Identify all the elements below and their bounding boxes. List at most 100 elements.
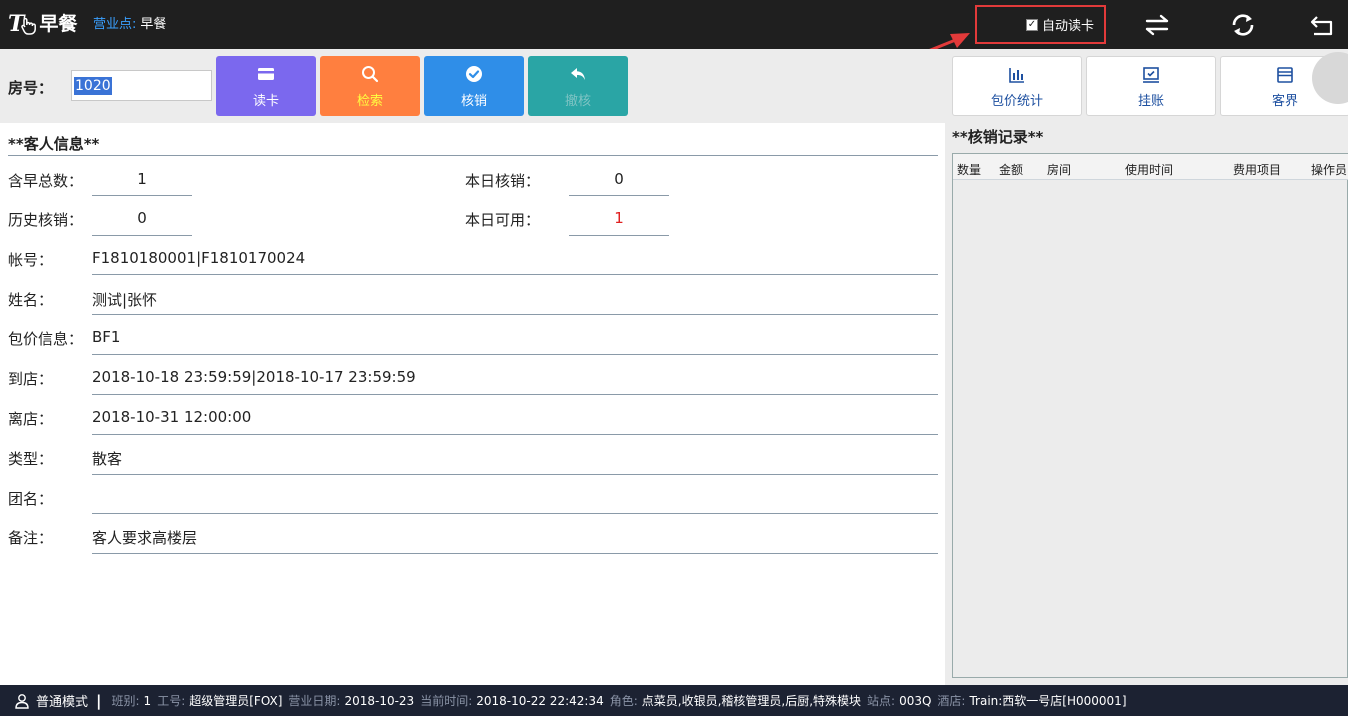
divider: [92, 394, 938, 395]
room-number-input[interactable]: 1020: [71, 70, 212, 101]
package-label: 包价信息：: [8, 330, 84, 348]
card-icon: [258, 68, 274, 80]
undo-verify-label: 撤核: [564, 94, 591, 109]
total-breakfast-label: 含早总数：: [8, 172, 84, 190]
staff-label: 工号:: [157, 694, 186, 708]
package-stats-label: 包价统计: [990, 93, 1043, 109]
read-card-button[interactable]: 读卡: [216, 56, 316, 116]
back-button[interactable]: [1306, 9, 1338, 41]
divider: [92, 274, 938, 275]
app-logo: T 早餐: [8, 10, 77, 38]
check-circle-icon: [466, 66, 482, 82]
app-title: 早餐: [39, 13, 78, 35]
verify-label: 核销: [460, 94, 487, 109]
arrival-label: 到店：: [8, 370, 54, 388]
column-header[interactable]: 数量: [957, 161, 981, 178]
shift-label: 班别:: [111, 694, 140, 708]
role-value: 点菜员,收银员,稽核管理员,后厨,特殊模块: [641, 694, 862, 708]
undo-verify-button[interactable]: 撤核: [528, 56, 628, 116]
refresh-icon: [1232, 14, 1254, 36]
business-point: 营业点: 早餐: [93, 16, 166, 34]
name-value: 测试|张怀: [92, 291, 158, 309]
station-label: 站点:: [867, 694, 896, 708]
today-available-label: 本日可用：: [465, 211, 541, 229]
divider: [92, 434, 938, 435]
charge-account-label: 挂账: [1137, 93, 1164, 109]
today-available-value: 1: [614, 209, 624, 227]
business-point-label: 营业点:: [93, 17, 137, 32]
status-bar: 普通模式 | 班别: 1 工号: 超级管理员[FOX] 营业日期: 2018-10-2…: [0, 685, 1348, 716]
total-breakfast-value: 1: [137, 170, 147, 188]
departure-label: 离店：: [8, 410, 54, 428]
business-date-label: 营业日期:: [288, 694, 341, 708]
divider: [92, 474, 938, 475]
undo-icon: [571, 68, 585, 80]
name-label: 姓名：: [8, 291, 54, 309]
group-label: 团名：: [8, 490, 54, 508]
business-date-value: 2018-10-23: [344, 693, 415, 708]
divider: [92, 553, 938, 554]
read-card-label: 读卡: [252, 94, 279, 109]
room-label: 房号：: [8, 79, 54, 97]
back-icon: [1310, 16, 1333, 36]
status-separator: |: [96, 691, 102, 710]
account-label: 帐号：: [8, 251, 54, 269]
guest-info-panel: [0, 123, 945, 685]
current-time-value: 2018-10-22 22:42:34: [476, 693, 604, 708]
divider: [8, 155, 938, 156]
column-header[interactable]: 操作员: [1311, 161, 1347, 178]
status-user: 普通模式: [14, 691, 88, 710]
package-value: BF1: [92, 328, 121, 346]
mode-label: 普通模式: [36, 695, 89, 710]
column-header[interactable]: 房间: [1047, 161, 1071, 178]
history-used-label: 历史核销：: [8, 211, 84, 229]
checkbox-icon[interactable]: ✓: [1026, 18, 1038, 31]
auto-read-label: 自动读卡: [1042, 19, 1095, 34]
remark-label: 备注：: [8, 529, 54, 547]
divider: [569, 235, 669, 236]
user-icon: [15, 693, 29, 709]
swap-icon: [1145, 14, 1169, 36]
charge-account-button[interactable]: 挂账: [1086, 56, 1216, 116]
search-button[interactable]: 检索: [320, 56, 420, 116]
type-value: 散客: [92, 450, 123, 468]
current-time-label: 当前时间:: [420, 694, 473, 708]
history-used-value: 0: [137, 209, 147, 227]
shift-value: 1: [143, 693, 152, 708]
column-header[interactable]: 金额: [999, 161, 1023, 178]
column-header[interactable]: 使用时间: [1125, 161, 1173, 178]
records-title: **核销记录**: [952, 128, 1044, 146]
role-label: 角色:: [609, 694, 638, 708]
verify-button[interactable]: 核销: [424, 56, 524, 116]
swap-button[interactable]: [1141, 9, 1173, 41]
search-label: 检索: [356, 94, 383, 109]
monitor-check-icon: [1143, 66, 1159, 83]
divider: [92, 235, 192, 236]
divider: [92, 513, 938, 514]
refresh-button[interactable]: [1227, 9, 1259, 41]
records-table[interactable]: 数量 金额 房间 使用时间 费用项目 操作员: [952, 153, 1348, 678]
window-icon: [1277, 66, 1293, 83]
today-used-label: 本日核销：: [465, 172, 541, 190]
guest-info-title: **客人信息**: [8, 135, 100, 153]
auto-read-checkbox[interactable]: ✓ 自动读卡: [1026, 15, 1094, 34]
divider: [569, 195, 669, 196]
package-stats-button[interactable]: 包价统计: [952, 56, 1082, 116]
remark-value: 客人要求高楼层: [92, 529, 198, 547]
hotel-label: 酒店:: [937, 694, 966, 708]
business-point-value: 早餐: [140, 17, 167, 32]
staff-value: 超级管理员[FOX]: [189, 694, 283, 708]
hotel-value: Train:西软一号店[H000001]: [969, 694, 1127, 708]
station-value: 003Q: [899, 693, 932, 708]
departure-value: 2018-10-31 12:00:00: [92, 408, 252, 426]
divider: [92, 354, 938, 355]
column-header[interactable]: 费用项目: [1233, 161, 1281, 178]
records-table-header: 数量 金额 房间 使用时间 费用项目 操作员: [953, 154, 1348, 180]
divider: [92, 314, 938, 315]
account-value: F1810180001|F1810170024: [92, 249, 306, 267]
today-used-value: 0: [614, 170, 624, 188]
search-icon: [362, 66, 379, 83]
divider: [92, 195, 192, 196]
type-label: 类型：: [8, 450, 54, 468]
bar-chart-icon: [1009, 67, 1024, 83]
